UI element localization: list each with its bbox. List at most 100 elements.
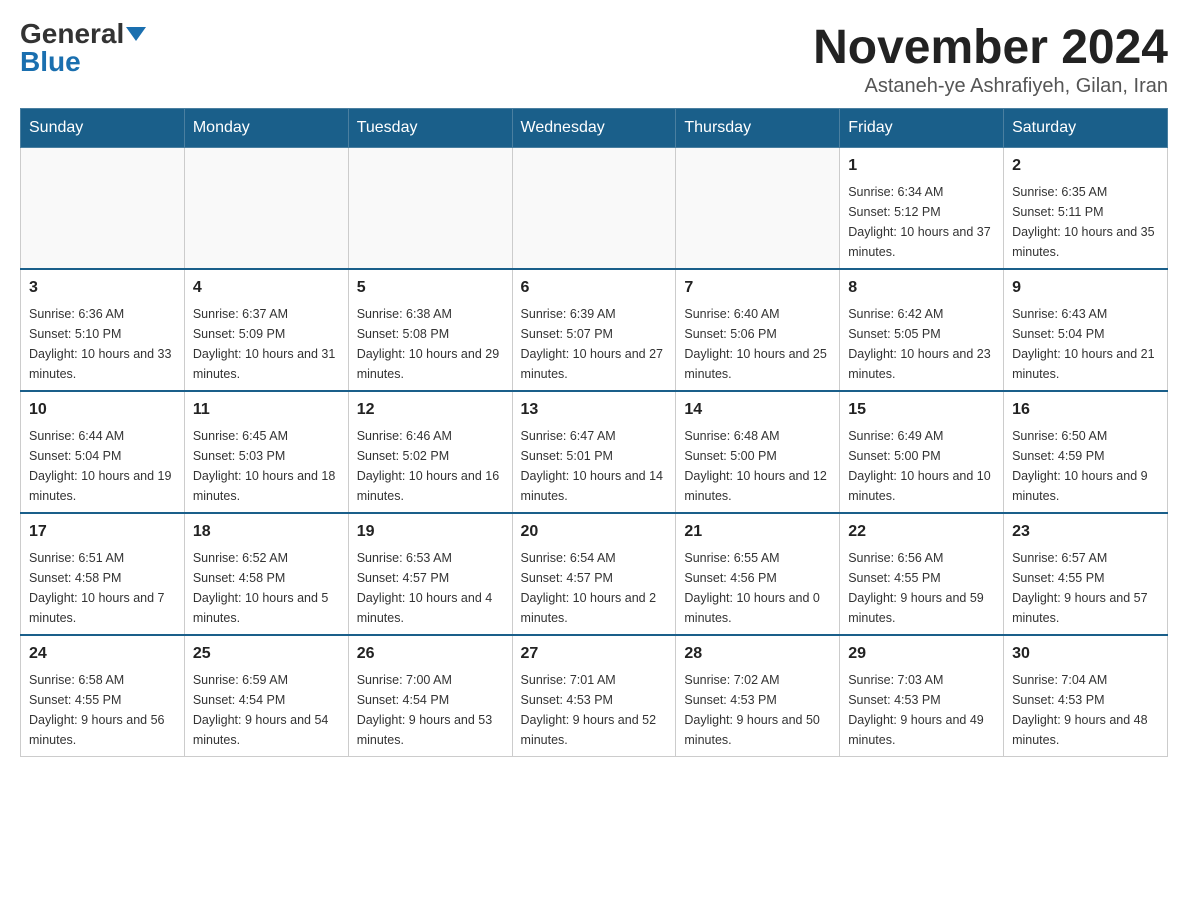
day-number: 20	[521, 520, 668, 544]
column-header-tuesday: Tuesday	[348, 109, 512, 148]
column-header-thursday: Thursday	[676, 109, 840, 148]
day-info: Sunrise: 6:37 AMSunset: 5:09 PMDaylight:…	[193, 304, 340, 384]
calendar-cell: 12 Sunrise: 6:46 AMSunset: 5:02 PMDayligh…	[348, 391, 512, 513]
day-number: 28	[684, 642, 831, 666]
location-title: Astaneh-ye Ashrafiyeh, Gilan, Iran	[813, 75, 1168, 98]
day-info: Sunrise: 6:58 AMSunset: 4:55 PMDaylight:…	[29, 670, 176, 750]
day-info: Sunrise: 6:57 AMSunset: 4:55 PMDaylight:…	[1012, 548, 1159, 628]
calendar-cell: 24 Sunrise: 6:58 AMSunset: 4:55 PMDayligh…	[21, 635, 185, 757]
day-number: 10	[29, 398, 176, 422]
day-number: 23	[1012, 520, 1159, 544]
day-number: 11	[193, 398, 340, 422]
calendar-cell: 1Sunrise: 6:34 AMSunset: 5:12 PMDaylight…	[840, 148, 1004, 270]
column-header-sunday: Sunday	[21, 109, 185, 148]
calendar-cell: 29 Sunrise: 7:03 AMSunset: 4:53 PMDayligh…	[840, 635, 1004, 757]
day-info: Sunrise: 6:52 AMSunset: 4:58 PMDaylight:…	[193, 548, 340, 628]
day-info: Sunrise: 7:03 AMSunset: 4:53 PMDaylight:…	[848, 670, 995, 750]
calendar-cell	[348, 148, 512, 270]
day-info: Sunrise: 6:54 AMSunset: 4:57 PMDaylight:…	[521, 548, 668, 628]
day-number: 14	[684, 398, 831, 422]
calendar-cell: 25Sunrise: 6:59 AMSunset: 4:54 PMDayligh…	[184, 635, 348, 757]
calendar-week-row: 24 Sunrise: 6:58 AMSunset: 4:55 PMDayligh…	[21, 635, 1168, 757]
day-number: 21	[684, 520, 831, 544]
day-info: Sunrise: 6:38 AMSunset: 5:08 PMDaylight:…	[357, 304, 504, 384]
month-title: November 2024	[813, 20, 1168, 75]
day-info: Sunrise: 7:04 AMSunset: 4:53 PMDaylight:…	[1012, 670, 1159, 750]
calendar-cell: 2 Sunrise: 6:35 AMSunset: 5:11 PMDaylight…	[1004, 148, 1168, 270]
calendar-week-row: 3 Sunrise: 6:36 AMSunset: 5:10 PMDaylight…	[21, 269, 1168, 391]
calendar-cell	[676, 148, 840, 270]
calendar-cell: 6 Sunrise: 6:39 AMSunset: 5:07 PMDaylight…	[512, 269, 676, 391]
day-number: 4	[193, 276, 340, 300]
calendar-cell: 7Sunrise: 6:40 AMSunset: 5:06 PMDaylight…	[676, 269, 840, 391]
calendar-cell: 30 Sunrise: 7:04 AMSunset: 4:53 PMDayligh…	[1004, 635, 1168, 757]
calendar-cell: 4 Sunrise: 6:37 AMSunset: 5:09 PMDaylight…	[184, 269, 348, 391]
day-number: 2	[1012, 154, 1159, 178]
day-number: 16	[1012, 398, 1159, 422]
calendar-week-row: 1Sunrise: 6:34 AMSunset: 5:12 PMDaylight…	[21, 148, 1168, 270]
day-number: 8	[848, 276, 995, 300]
calendar-cell: 26 Sunrise: 7:00 AMSunset: 4:54 PMDayligh…	[348, 635, 512, 757]
calendar-cell: 19Sunrise: 6:53 AMSunset: 4:57 PMDayligh…	[348, 513, 512, 635]
day-info: Sunrise: 6:51 AMSunset: 4:58 PMDaylight:…	[29, 548, 176, 628]
logo-general-text: General	[20, 20, 124, 48]
calendar-cell: 18 Sunrise: 6:52 AMSunset: 4:58 PMDayligh…	[184, 513, 348, 635]
calendar-cell	[21, 148, 185, 270]
calendar-cell: 20 Sunrise: 6:54 AMSunset: 4:57 PMDayligh…	[512, 513, 676, 635]
day-info: Sunrise: 6:46 AMSunset: 5:02 PMDaylight:…	[357, 426, 504, 506]
logo-triangle-icon	[126, 27, 146, 41]
day-info: Sunrise: 7:02 AMSunset: 4:53 PMDaylight:…	[684, 670, 831, 750]
calendar-week-row: 10 Sunrise: 6:44 AMSunset: 5:04 PMDayligh…	[21, 391, 1168, 513]
day-number: 30	[1012, 642, 1159, 666]
day-number: 6	[521, 276, 668, 300]
calendar-week-row: 17 Sunrise: 6:51 AMSunset: 4:58 PMDayligh…	[21, 513, 1168, 635]
day-number: 25	[193, 642, 340, 666]
calendar-cell: 14Sunrise: 6:48 AMSunset: 5:00 PMDayligh…	[676, 391, 840, 513]
day-info: Sunrise: 6:34 AMSunset: 5:12 PMDaylight:…	[848, 182, 995, 262]
day-number: 29	[848, 642, 995, 666]
day-number: 3	[29, 276, 176, 300]
title-section: November 2024 Astaneh-ye Ashrafiyeh, Gil…	[813, 20, 1168, 98]
day-number: 26	[357, 642, 504, 666]
day-number: 24	[29, 642, 176, 666]
calendar-cell	[184, 148, 348, 270]
calendar-cell: 23 Sunrise: 6:57 AMSunset: 4:55 PMDayligh…	[1004, 513, 1168, 635]
day-number: 17	[29, 520, 176, 544]
calendar-cell: 22Sunrise: 6:56 AMSunset: 4:55 PMDayligh…	[840, 513, 1004, 635]
day-number: 12	[357, 398, 504, 422]
day-info: Sunrise: 6:44 AMSunset: 5:04 PMDaylight:…	[29, 426, 176, 506]
calendar-table: SundayMondayTuesdayWednesdayThursdayFrid…	[20, 108, 1168, 757]
day-number: 7	[684, 276, 831, 300]
column-header-wednesday: Wednesday	[512, 109, 676, 148]
day-info: Sunrise: 6:45 AMSunset: 5:03 PMDaylight:…	[193, 426, 340, 506]
calendar-cell: 27Sunrise: 7:01 AMSunset: 4:53 PMDayligh…	[512, 635, 676, 757]
day-info: Sunrise: 6:36 AMSunset: 5:10 PMDaylight:…	[29, 304, 176, 384]
calendar-cell: 8 Sunrise: 6:42 AMSunset: 5:05 PMDaylight…	[840, 269, 1004, 391]
day-info: Sunrise: 6:42 AMSunset: 5:05 PMDaylight:…	[848, 304, 995, 384]
calendar-cell: 15 Sunrise: 6:49 AMSunset: 5:00 PMDayligh…	[840, 391, 1004, 513]
day-info: Sunrise: 6:49 AMSunset: 5:00 PMDaylight:…	[848, 426, 995, 506]
day-info: Sunrise: 6:53 AMSunset: 4:57 PMDaylight:…	[357, 548, 504, 628]
day-info: Sunrise: 6:47 AMSunset: 5:01 PMDaylight:…	[521, 426, 668, 506]
day-number: 9	[1012, 276, 1159, 300]
day-info: Sunrise: 7:01 AMSunset: 4:53 PMDaylight:…	[521, 670, 668, 750]
calendar-cell: 28 Sunrise: 7:02 AMSunset: 4:53 PMDayligh…	[676, 635, 840, 757]
day-number: 18	[193, 520, 340, 544]
calendar-cell: 11 Sunrise: 6:45 AMSunset: 5:03 PMDayligh…	[184, 391, 348, 513]
calendar-cell: 16Sunrise: 6:50 AMSunset: 4:59 PMDayligh…	[1004, 391, 1168, 513]
logo: General Blue	[20, 20, 146, 76]
day-info: Sunrise: 7:00 AMSunset: 4:54 PMDaylight:…	[357, 670, 504, 750]
column-header-saturday: Saturday	[1004, 109, 1168, 148]
calendar-cell: 17 Sunrise: 6:51 AMSunset: 4:58 PMDayligh…	[21, 513, 185, 635]
calendar-cell: 3 Sunrise: 6:36 AMSunset: 5:10 PMDaylight…	[21, 269, 185, 391]
day-info: Sunrise: 6:43 AMSunset: 5:04 PMDaylight:…	[1012, 304, 1159, 384]
day-number: 15	[848, 398, 995, 422]
calendar-cell	[512, 148, 676, 270]
calendar-cell: 13Sunrise: 6:47 AMSunset: 5:01 PMDayligh…	[512, 391, 676, 513]
logo-blue-text: Blue	[20, 48, 81, 76]
day-info: Sunrise: 6:35 AMSunset: 5:11 PMDaylight:…	[1012, 182, 1159, 262]
calendar-cell: 21Sunrise: 6:55 AMSunset: 4:56 PMDayligh…	[676, 513, 840, 635]
day-info: Sunrise: 6:39 AMSunset: 5:07 PMDaylight:…	[521, 304, 668, 384]
day-number: 5	[357, 276, 504, 300]
day-info: Sunrise: 6:56 AMSunset: 4:55 PMDaylight:…	[848, 548, 995, 628]
